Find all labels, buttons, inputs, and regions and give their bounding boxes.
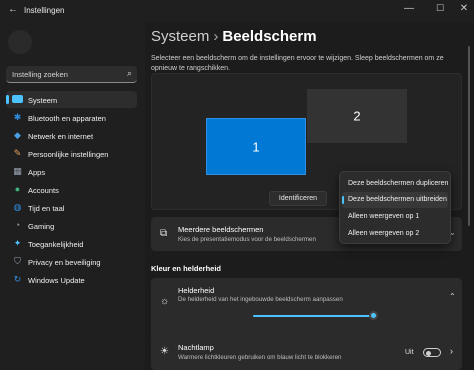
monitor-icon xyxy=(12,95,23,103)
toggle-knob xyxy=(426,350,431,356)
brush-icon: ✎ xyxy=(13,148,22,158)
dropdown-option-label: Alleen weergeven op 2 xyxy=(348,230,420,237)
sidebar-item-label: Accounts xyxy=(28,185,59,195)
window-title: Instellingen xyxy=(24,6,65,15)
nightlight-card[interactable]: ☀ Nachtlamp Warmere lichtkleuren gebruik… xyxy=(151,336,462,370)
presentation-mode-dropdown[interactable]: Deze beeldschermen dupliceren Deze beeld… xyxy=(339,171,451,244)
sidebar-item-toegankelijkheid[interactable]: ✦ Toegankelijkheid xyxy=(6,235,137,252)
section-title: Kleur en helderheid xyxy=(151,264,222,273)
sidebar-item-label: Gaming xyxy=(28,221,55,231)
shield-icon: ⛉ xyxy=(14,256,21,266)
page-title: Beeldscherm xyxy=(222,28,317,45)
sidebar: Instelling zoeken ⌕ Systeem ✱ Bluetooth … xyxy=(0,22,145,370)
monitor-2-number: 2 xyxy=(353,108,361,124)
bluetooth-icon: ✱ xyxy=(13,112,22,122)
breadcrumb-separator: › xyxy=(213,28,219,45)
sidebar-item-apps[interactable]: ▦ Apps xyxy=(6,163,137,180)
person-icon: ● xyxy=(14,184,21,194)
close-icon[interactable]: ✕ xyxy=(455,3,473,14)
chevron-right-icon[interactable]: › xyxy=(450,346,453,356)
sidebar-item-persoonlijk[interactable]: ✎ Persoonlijke instellingen xyxy=(6,145,137,162)
nightlight-toggle[interactable] xyxy=(423,348,441,357)
sidebar-item-label: Privacy en beveiliging xyxy=(28,257,101,267)
multi-display-subtitle: Kies de presentatiemodus voor de beeldsc… xyxy=(178,236,316,243)
dropdown-option-label: Deze beeldschermen dupliceren xyxy=(348,180,449,187)
brightness-slider-thumb[interactable] xyxy=(369,311,378,320)
dropdown-option-only-1[interactable]: Alleen weergeven op 1 xyxy=(342,209,448,225)
monitor-1[interactable]: 1 xyxy=(206,118,306,175)
brightness-slider[interactable] xyxy=(253,315,373,317)
breadcrumb: Systeem › Beeldscherm xyxy=(151,28,317,45)
multi-display-title: Meerdere beeldschermen xyxy=(178,225,264,234)
update-icon: ↻ xyxy=(13,274,22,284)
nightlight-subtitle: Warmere lichtkleuren gebruiken om blauw … xyxy=(178,354,342,361)
maximize-icon[interactable]: ☐ xyxy=(431,3,449,14)
sidebar-item-label: Apps xyxy=(28,167,46,177)
sidebar-item-tijd[interactable]: ◍ Tijd en taal xyxy=(6,199,137,216)
nightlight-state: Uit xyxy=(405,349,414,356)
search-placeholder: Instelling zoeken xyxy=(12,70,68,79)
minimize-icon[interactable]: — xyxy=(400,3,418,14)
sun-dim-icon: ☀ xyxy=(160,346,169,357)
sun-icon: ☼ xyxy=(160,296,170,307)
sidebar-item-label: Systeem xyxy=(28,95,58,105)
sidebar-item-accounts[interactable]: ● Accounts xyxy=(6,181,137,198)
sidebar-item-gaming[interactable]: ◔ Gaming xyxy=(6,217,137,234)
dropdown-option-label: Deze beeldschermen uitbreiden xyxy=(348,196,447,203)
dropdown-option-duplicate[interactable]: Deze beeldschermen dupliceren xyxy=(342,176,448,192)
breadcrumb-parent[interactable]: Systeem xyxy=(151,28,209,45)
sidebar-item-bluetooth[interactable]: ✱ Bluetooth en apparaten xyxy=(6,109,137,126)
dropdown-option-label: Alleen weergeven op 1 xyxy=(348,213,420,220)
brightness-title: Helderheid xyxy=(178,286,215,295)
accessibility-icon: ✦ xyxy=(13,238,22,248)
nightlight-title: Nachtlamp xyxy=(178,343,214,352)
scrollbar[interactable] xyxy=(468,46,470,226)
apps-icon: ▦ xyxy=(13,166,22,176)
sidebar-item-label: Windows Update xyxy=(28,275,85,285)
dropdown-option-extend[interactable]: Deze beeldschermen uitbreiden xyxy=(342,192,448,208)
monitor-2[interactable]: 2 xyxy=(307,89,407,143)
search-input[interactable]: Instelling zoeken ⌕ xyxy=(6,66,137,83)
sidebar-item-label: Netwerk en internet xyxy=(28,131,94,141)
arrow-left-icon[interactable]: ← xyxy=(8,4,18,15)
title-bar: ← Instellingen — ☐ ✕ xyxy=(0,0,474,22)
network-icon: ◆ xyxy=(14,130,21,140)
monitor-1-number: 1 xyxy=(252,139,260,154)
sidebar-item-privacy[interactable]: ⛉ Privacy en beveiliging xyxy=(6,253,137,270)
sidebar-item-label: Toegankelijkheid xyxy=(28,239,84,249)
brightness-subtitle: De helderheid van het ingebouwde beeldsc… xyxy=(178,296,343,303)
sidebar-item-netwerk[interactable]: ◆ Netwerk en internet xyxy=(6,127,137,144)
sidebar-item-systeem[interactable]: Systeem xyxy=(6,91,137,108)
dropdown-option-only-2[interactable]: Alleen weergeven op 2 xyxy=(342,226,448,242)
brightness-card: ☼ Helderheid De helderheid van het ingeb… xyxy=(151,278,462,342)
avatar[interactable] xyxy=(8,30,32,54)
controller-icon: ◔ xyxy=(14,220,21,230)
globe-clock-icon: ◍ xyxy=(13,202,22,212)
active-indicator xyxy=(6,95,9,104)
identify-button[interactable]: Identificeren xyxy=(269,191,327,206)
sidebar-item-label: Bluetooth en apparaten xyxy=(28,113,106,123)
page-description: Selecteer een beeldscherm om de instelli… xyxy=(151,55,444,72)
sidebar-item-label: Persoonlijke instellingen xyxy=(28,149,109,159)
selected-indicator xyxy=(342,196,344,204)
search-icon[interactable]: ⌕ xyxy=(127,68,132,79)
chevron-up-icon[interactable]: ⌃ xyxy=(449,292,456,301)
sidebar-item-windows-update[interactable]: ↻ Windows Update xyxy=(6,271,137,288)
multi-display-icon: ⧉ xyxy=(160,228,168,239)
sidebar-item-label: Tijd en taal xyxy=(28,203,65,213)
